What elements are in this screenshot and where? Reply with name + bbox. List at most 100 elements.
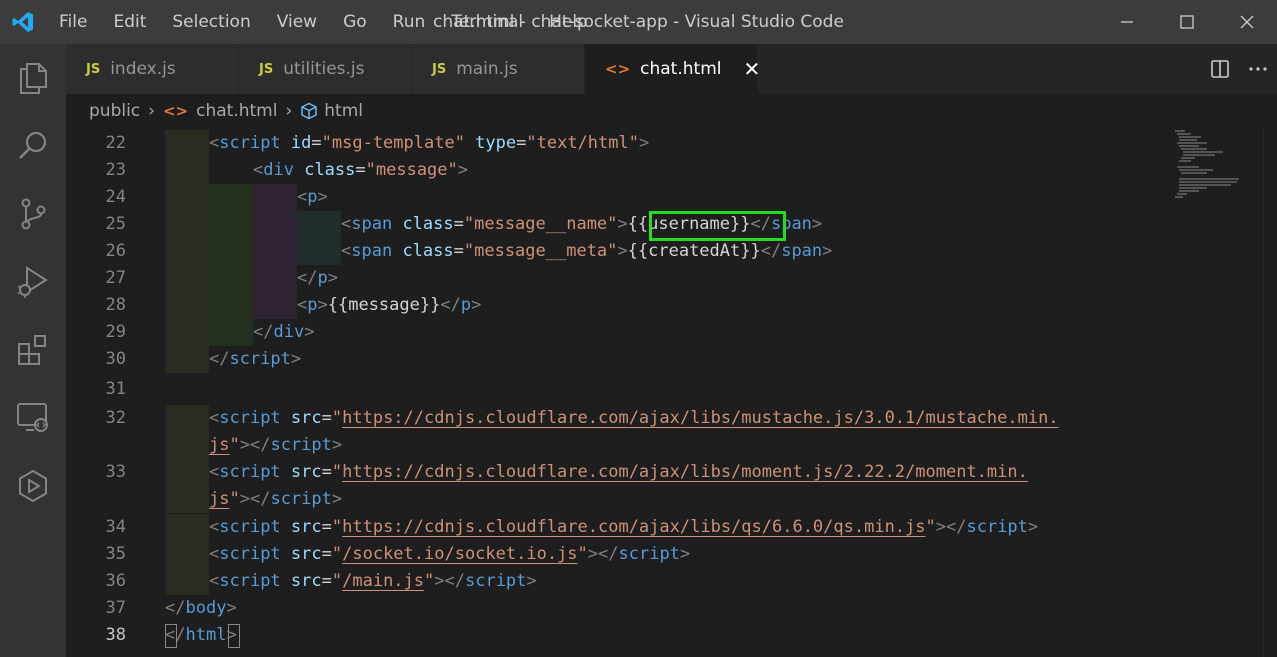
- username-highlight-box: [649, 211, 786, 241]
- explorer-button[interactable]: [0, 44, 66, 112]
- line-number: 31: [105, 379, 126, 399]
- javascript-file-icon: JS: [259, 61, 274, 77]
- indent-guide: [165, 459, 209, 486]
- vertical-scrollbar[interactable]: [1263, 128, 1277, 657]
- code-line: <div class="message">: [253, 160, 469, 180]
- code-line-wrap: js"></script>: [209, 489, 343, 509]
- tab-utilities-js[interactable]: JS utilities.js: [239, 44, 412, 94]
- minimize-button[interactable]: [1097, 0, 1157, 44]
- menu-edit[interactable]: Edit: [100, 0, 159, 44]
- indent-guide: [165, 405, 209, 432]
- minimap-line: [1179, 181, 1237, 183]
- remote-explorer-button[interactable]: [0, 384, 66, 452]
- close-window-button[interactable]: [1217, 0, 1277, 44]
- indent-guide: [209, 319, 253, 346]
- indent-guide: [209, 184, 253, 211]
- tab-chat-html[interactable]: <> chat.html ✕: [585, 44, 760, 94]
- code-line: <p>{{message}}</p>: [297, 295, 482, 315]
- indent-guide: [165, 211, 209, 238]
- bracket-match-open: [165, 624, 177, 648]
- minimap-line: [1177, 142, 1207, 144]
- minimap-line: [1179, 139, 1197, 141]
- indent-guide: [165, 568, 209, 595]
- tab-main-js[interactable]: JS main.js: [412, 44, 585, 94]
- activity-bar: [0, 44, 66, 657]
- menu-file[interactable]: File: [46, 0, 100, 44]
- extensions-icon: [18, 335, 46, 365]
- line-number: 27: [105, 268, 126, 288]
- tab-index-js[interactable]: JS index.js: [66, 44, 239, 94]
- tab-label: utilities.js: [283, 59, 365, 79]
- line-number: 36: [105, 571, 126, 591]
- live-share-button[interactable]: [0, 452, 66, 520]
- code-line: <script src="https://cdnjs.cloudflare.co…: [209, 517, 1039, 537]
- close-icon: [1240, 15, 1254, 29]
- menu-selection[interactable]: Selection: [159, 0, 263, 44]
- run-debug-button[interactable]: [0, 248, 66, 316]
- indent-guide: [253, 211, 297, 238]
- minimap-line: [1175, 130, 1185, 132]
- more-actions-button[interactable]: [1239, 44, 1277, 94]
- indent-guide: [165, 514, 209, 541]
- live-share-icon: [19, 469, 47, 503]
- html-file-icon: <>: [605, 60, 631, 78]
- menu-view[interactable]: View: [264, 0, 330, 44]
- breadcrumb-symbol[interactable]: html: [324, 101, 363, 121]
- minimap-line: [1177, 133, 1191, 135]
- editor-tabs: JS index.js JS utilities.js JS main.js <…: [66, 44, 1277, 94]
- menu-run[interactable]: Run: [380, 0, 439, 44]
- indent-guide: [165, 486, 209, 513]
- line-number: 24: [105, 187, 126, 207]
- qs-url-link: https://cdnjs.cloudflare.com/ajax/libs/q…: [342, 517, 926, 537]
- code-line: <script src="/main.js"></script>: [209, 571, 537, 591]
- indent-guide: [209, 292, 253, 319]
- code-line: <script src="/socket.io/socket.io.js"></…: [209, 544, 691, 564]
- indent-guide: [165, 292, 209, 319]
- line-number: 23: [105, 160, 126, 180]
- vscode-logo-icon: [0, 0, 46, 44]
- code-line: <p>: [297, 187, 328, 207]
- main-js-link: /main.js: [342, 571, 425, 591]
- minimap-line: [1175, 196, 1183, 198]
- indent-guide: [165, 346, 209, 373]
- indent-guide: [165, 541, 209, 568]
- run-debug-icon: [17, 266, 48, 298]
- indent-guide: [165, 184, 209, 211]
- ellipsis-icon: [1249, 67, 1267, 71]
- source-control-button[interactable]: [0, 180, 66, 248]
- indent-guide: [165, 238, 209, 265]
- code-line-wrap: js"></script>: [209, 435, 343, 455]
- menu-help[interactable]: Help: [536, 0, 601, 44]
- indent-guide: [165, 265, 209, 292]
- line-number: 28: [105, 295, 126, 315]
- minimap-line: [1183, 151, 1223, 153]
- minimap-line: [1177, 193, 1187, 195]
- bracket-match-close: [228, 624, 240, 648]
- code-line: <script id="msg-template" type="text/htm…: [209, 133, 650, 153]
- minimize-icon: [1121, 21, 1133, 23]
- minimap-line: [1181, 157, 1195, 159]
- code-line: </script>: [209, 349, 302, 369]
- menu-terminal[interactable]: Terminal: [438, 0, 536, 44]
- indent-guide: [297, 238, 341, 265]
- mustache-url-link: https://cdnjs.cloudflare.com/ajax/libs/m…: [342, 408, 1059, 428]
- minimap[interactable]: [1173, 128, 1263, 208]
- search-icon: [19, 131, 47, 159]
- extensions-button[interactable]: [0, 316, 66, 384]
- chevron-right-icon: ›: [148, 101, 155, 121]
- breadcrumb-folder[interactable]: public: [89, 101, 140, 121]
- code-editor[interactable]: 22 23 24 25 26 27 28 29 30 31 32 33 34 3…: [66, 128, 1277, 657]
- maximize-button[interactable]: [1157, 0, 1217, 44]
- split-editor-button[interactable]: [1201, 44, 1239, 94]
- breadcrumb-file[interactable]: chat.html: [196, 101, 277, 121]
- close-tab-icon[interactable]: ✕: [743, 57, 760, 81]
- line-number: 35: [105, 544, 126, 564]
- line-number: 33: [105, 462, 126, 482]
- search-button[interactable]: [0, 112, 66, 180]
- menu-go[interactable]: Go: [330, 0, 380, 44]
- socket-io-link: /socket.io/socket.io.js: [342, 544, 578, 564]
- line-number: 22: [105, 133, 126, 153]
- chevron-right-icon: ›: [285, 101, 293, 121]
- html-file-icon: <>: [162, 102, 189, 120]
- indent-guide: [253, 238, 297, 265]
